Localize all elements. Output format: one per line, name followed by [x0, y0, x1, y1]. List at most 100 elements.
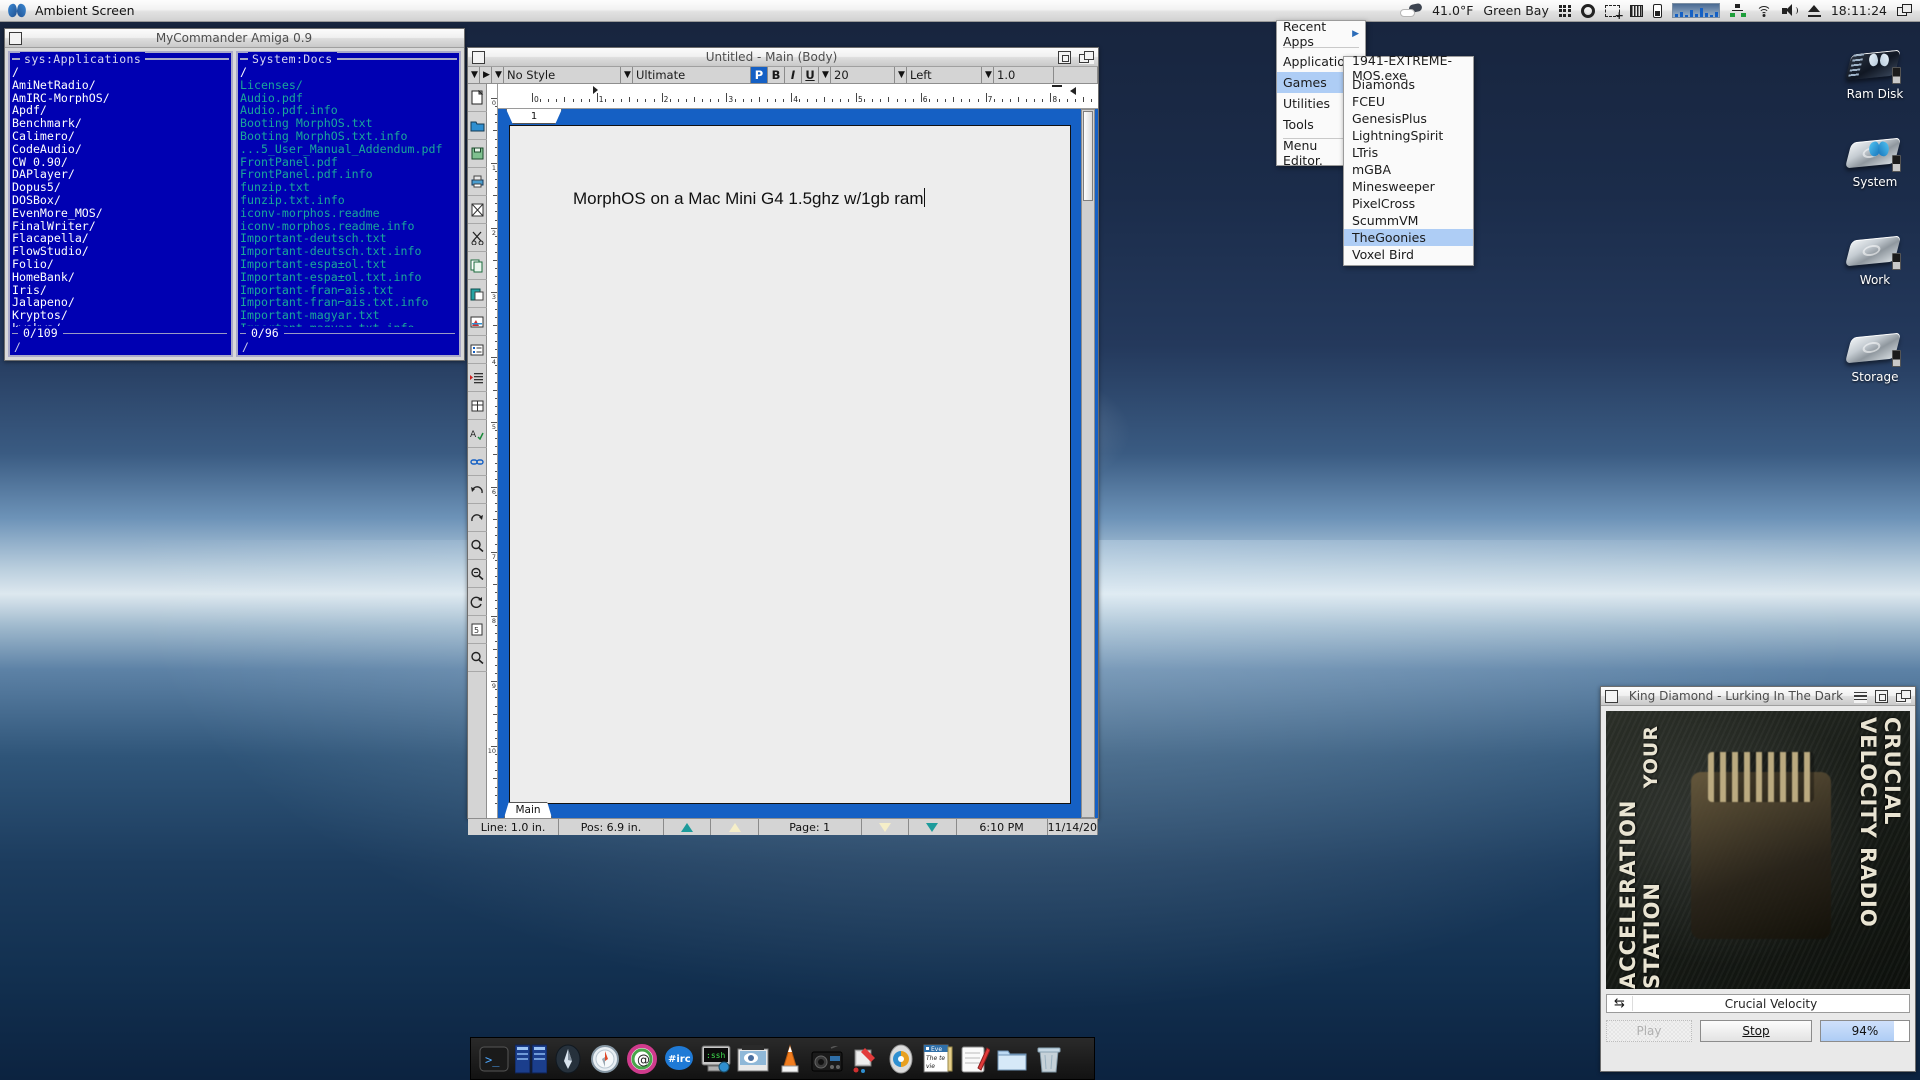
- game-item[interactable]: 1941-EXTREME-MOS.exe: [1344, 53, 1473, 83]
- dock-email-icon[interactable]: @: [625, 1042, 659, 1076]
- right-indent-marker[interactable]: [1070, 87, 1076, 95]
- menu-icon[interactable]: [1854, 689, 1867, 703]
- paragraph-button[interactable]: P: [751, 67, 768, 83]
- toolbar-menu-icon[interactable]: ▼: [468, 67, 480, 83]
- dock-compass-icon[interactable]: [588, 1042, 622, 1076]
- desktop-icon-ram-disk[interactable]: Ram Disk: [1832, 32, 1918, 101]
- size-dropdown-arrow[interactable]: ▼: [819, 67, 831, 83]
- dock-irc-icon[interactable]: #irc: [662, 1042, 696, 1076]
- game-item[interactable]: LTris: [1344, 144, 1473, 161]
- desktop-icon-storage[interactable]: Storage: [1832, 315, 1918, 384]
- file-row[interactable]: Folio/: [12, 258, 229, 271]
- page-number-tab[interactable]: 1: [506, 109, 562, 124]
- file-row[interactable]: iconv-morphos.readme.info: [240, 220, 457, 233]
- game-item[interactable]: GenesisPlus: [1344, 110, 1473, 127]
- file-row[interactable]: FrontPanel.pdf: [240, 156, 457, 169]
- stop-button[interactable]: Stop: [1700, 1020, 1812, 1042]
- file-row[interactable]: funzip.txt.info: [240, 194, 457, 207]
- sheet-tab-main[interactable]: Main: [504, 802, 552, 818]
- line-spacing-select[interactable]: 1.0: [994, 67, 1054, 83]
- font-size-select[interactable]: 20: [831, 67, 895, 83]
- style-dropdown-arrow[interactable]: ▼: [492, 67, 504, 83]
- memory-icon[interactable]: [1629, 2, 1643, 20]
- file-row[interactable]: CodeAudio/: [12, 143, 229, 156]
- file-row[interactable]: Important-espa±ol.txt: [240, 258, 457, 271]
- file-row[interactable]: Benchmark/: [12, 117, 229, 130]
- dock-image-viewer-icon[interactable]: [884, 1042, 918, 1076]
- indent-marker[interactable]: [593, 86, 598, 94]
- file-row[interactable]: Audio.pdf: [240, 92, 457, 105]
- dock-media-viewer-icon[interactable]: [736, 1042, 770, 1076]
- games-submenu[interactable]: 1941-EXTREME-MOS.exe Diamonds FCEU GenesisP…: [1343, 53, 1474, 266]
- dock-file-manager-icon[interactable]: [514, 1042, 548, 1076]
- spellcheck-icon[interactable]: A: [467, 420, 487, 448]
- dock-radio-icon[interactable]: [810, 1042, 844, 1076]
- dock-sputnik-browser-icon[interactable]: [551, 1042, 585, 1076]
- track-display[interactable]: ⇆ Crucial Velocity: [1606, 994, 1910, 1013]
- vertical-scrollbar[interactable]: [1081, 109, 1095, 818]
- gear-icon[interactable]: [1580, 2, 1595, 20]
- paste-icon[interactable]: [467, 280, 487, 308]
- open-folder-icon[interactable]: [467, 112, 487, 140]
- file-row[interactable]: Booting MorphOS.txt: [240, 117, 457, 130]
- close-button[interactable]: [1605, 689, 1618, 703]
- right-file-list[interactable]: / Licenses/Audio.pdf Audio.pdf.info Booting…: [238, 66, 459, 327]
- windows-icon[interactable]: [1897, 2, 1912, 20]
- align-select[interactable]: Left: [907, 67, 982, 83]
- file-row[interactable]: funzip.txt: [240, 181, 457, 194]
- wifi-icon[interactable]: [1756, 2, 1772, 20]
- volume-slider[interactable]: 94%: [1820, 1020, 1910, 1042]
- dock-folder-icon[interactable]: [995, 1042, 1029, 1076]
- zoom-in-icon[interactable]: [467, 532, 487, 560]
- file-row[interactable]: Important-fran⌐ais.txt.info: [240, 296, 457, 309]
- italic-button[interactable]: I: [785, 67, 802, 83]
- file-row[interactable]: Licenses/: [240, 79, 457, 92]
- tab-marker[interactable]: [1052, 85, 1062, 87]
- editor-left-toolbar[interactable]: A 5: [467, 84, 487, 818]
- file-row[interactable]: Important-deutsch.txt: [240, 232, 457, 245]
- copy-icon[interactable]: [467, 252, 487, 280]
- print-preview-icon[interactable]: [467, 196, 487, 224]
- close-button[interactable]: [9, 31, 22, 45]
- dock-evenmore-icon[interactable]: Eve The te vie: [921, 1042, 955, 1076]
- file-row[interactable]: Booting MorphOS.txt.info: [240, 130, 457, 143]
- redo-icon[interactable]: [467, 504, 487, 532]
- file-row-parent[interactable]: /: [240, 66, 457, 79]
- application-dock[interactable]: >_ @ #irc:ssh Eve The te vie: [470, 1037, 1095, 1080]
- indent-icon[interactable]: [467, 364, 487, 392]
- cut-scissors-icon[interactable]: [467, 224, 487, 252]
- game-item[interactable]: TheGoonies: [1344, 229, 1473, 246]
- left-file-list[interactable]: / AmiNetRadio/AmIRC-MorphOS/Apdf/Benchmar…: [10, 66, 231, 327]
- file-row[interactable]: DOSBox/: [12, 194, 229, 207]
- file-row[interactable]: DAPlayer/: [12, 168, 229, 181]
- save-disk-icon[interactable]: [467, 140, 487, 168]
- file-row[interactable]: Audio.pdf.info: [240, 104, 457, 117]
- file-row[interactable]: Calimero/: [12, 130, 229, 143]
- right-command-line[interactable]: /: [238, 340, 459, 355]
- editor-titlebar[interactable]: Untitled - Main (Body): [468, 48, 1098, 67]
- file-row[interactable]: Important-espa±ol.txt.info: [240, 271, 457, 284]
- play-button[interactable]: Play: [1606, 1020, 1692, 1042]
- dock-paint-icon[interactable]: [847, 1042, 881, 1076]
- music-player-window[interactable]: King Diamond - Lurking In The Dark CRUCI…: [1600, 686, 1916, 1072]
- file-row[interactable]: Important-fran⌐ais.txt: [240, 284, 457, 297]
- mycommander-titlebar[interactable]: MyCommander Amiga 0.9: [5, 29, 464, 48]
- file-row-parent[interactable]: /: [12, 66, 229, 79]
- align-dropdown-arrow[interactable]: ▼: [895, 67, 907, 83]
- file-row[interactable]: HomeBank/: [12, 271, 229, 284]
- file-row[interactable]: AmiNetRadio/: [12, 79, 229, 92]
- desktop-icon-work[interactable]: Work: [1832, 218, 1918, 287]
- page-down-cream-button[interactable]: [861, 819, 910, 835]
- shuffle-icon[interactable]: ⇆: [1607, 996, 1633, 1011]
- file-row[interactable]: CW 0.90/: [12, 156, 229, 169]
- top-menubar[interactable]: Ambient Screen 41.0°F Green Bay 18:11:24: [0, 0, 1920, 22]
- network-icon[interactable]: [1729, 2, 1746, 20]
- new-document-icon[interactable]: [467, 84, 487, 112]
- text-editor-window[interactable]: Untitled - Main (Body) ▼ ▶ ▼ No Style ▼ …: [467, 47, 1099, 835]
- battery-icon[interactable]: [1652, 2, 1662, 20]
- page-up-cream-button[interactable]: [711, 819, 759, 835]
- link-icon[interactable]: [467, 448, 487, 476]
- screenshot-icon[interactable]: [1604, 2, 1624, 22]
- scrollbar-thumb[interactable]: [1083, 111, 1093, 201]
- file-row[interactable]: FrontPanel.pdf.info: [240, 168, 457, 181]
